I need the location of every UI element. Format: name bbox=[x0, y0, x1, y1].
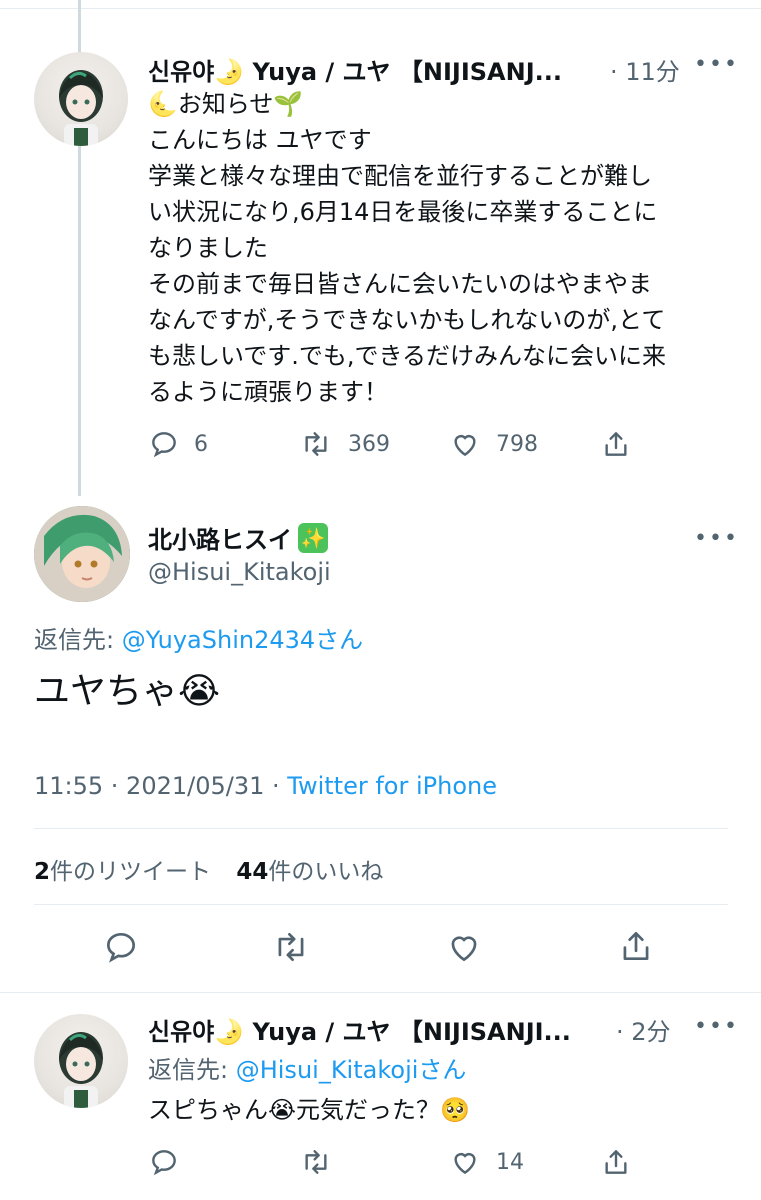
tweet3-share-button[interactable] bbox=[600, 1146, 632, 1178]
divider-2 bbox=[34, 904, 728, 905]
reply-icon bbox=[152, 432, 176, 458]
retweet-icon bbox=[305, 1150, 327, 1174]
tweet3-author-name[interactable]: 신유야🌛 Yuya / ユヤ 【NIJISANJI... bbox=[148, 1012, 571, 1047]
tweet3-text: スピちゃん😭元気だった？🥺 bbox=[148, 1096, 470, 1124]
tweet3-retweet-button[interactable] bbox=[298, 1146, 334, 1178]
tweet3-like-button[interactable]: 14 bbox=[448, 1146, 524, 1178]
main-like-button[interactable] bbox=[444, 928, 484, 966]
like-icon bbox=[454, 435, 476, 457]
retweet-stat-label: 件のリツイート bbox=[50, 859, 212, 885]
tweet3-time[interactable]: · 2分 bbox=[616, 1012, 671, 1047]
main-tweet-text: ユヤちゃ😭 bbox=[34, 671, 221, 712]
like-icon bbox=[454, 1153, 476, 1175]
tweet3-reply-suffix: さん bbox=[418, 1056, 467, 1084]
tweet1-time[interactable]: · 11分 bbox=[610, 52, 680, 87]
reply-prefix: 返信先: bbox=[34, 626, 122, 654]
main-timestamp-row: 11:55 · 2021/05/31 · Twitter for iPhone bbox=[34, 772, 497, 800]
main-timestamp[interactable]: 11:55 · 2021/05/31 · bbox=[34, 772, 287, 800]
main-author-handle[interactable]: @Hisui_Kitakoji bbox=[148, 558, 331, 586]
tweet1-author-name[interactable]: 신유야🌛 Yuya / ユヤ 【NIJISANJ... bbox=[148, 52, 562, 87]
retweet-icon bbox=[278, 932, 304, 962]
tweet1-reply-button[interactable]: 6 bbox=[148, 428, 208, 460]
tweet3-reply-context: 返信先: @Hisui_Kitakojiさん bbox=[148, 1050, 466, 1085]
sparkle-icon: ✨ bbox=[298, 522, 328, 553]
main-share-button[interactable] bbox=[617, 926, 655, 966]
tweet1-more-icon[interactable]: ••• bbox=[694, 52, 739, 77]
main-source-link[interactable]: Twitter for iPhone bbox=[287, 772, 497, 800]
retweet-icon bbox=[305, 432, 327, 456]
tweet3-more-icon[interactable]: ••• bbox=[694, 1014, 739, 1039]
avatar-yuya-reply[interactable] bbox=[34, 1014, 128, 1108]
like-stat-label: 件のいいね bbox=[268, 859, 384, 885]
tweet3-reply-prefix: 返信先: bbox=[148, 1056, 236, 1084]
reply-suffix: さん bbox=[315, 626, 364, 654]
tweet1-retweet-count: 369 bbox=[348, 431, 390, 457]
reply-icon bbox=[152, 1150, 176, 1176]
tweet1-like-button[interactable]: 798 bbox=[448, 428, 538, 460]
tweet1-announce-line: 🌜お知らせ🌱 bbox=[148, 90, 304, 118]
tweet1-reply-count: 6 bbox=[194, 431, 208, 457]
divider-3 bbox=[0, 992, 761, 993]
tweet1-like-count: 798 bbox=[496, 431, 538, 457]
engagement-stats: 2件のリツイート 44件のいいね bbox=[34, 852, 383, 886]
main-retweet-button[interactable] bbox=[270, 928, 312, 966]
tweet3-reply-button[interactable] bbox=[148, 1146, 180, 1178]
share-icon bbox=[605, 1150, 627, 1174]
main-author-name-text: 北小路ヒスイ bbox=[148, 526, 292, 554]
reply-to-link[interactable]: @YuyaShin2434 bbox=[122, 626, 315, 654]
retweet-stat-count: 2 bbox=[34, 859, 51, 885]
main-reply-button[interactable] bbox=[102, 928, 140, 966]
like-stat[interactable]: 44件のいいね bbox=[236, 859, 383, 885]
retweet-stat[interactable]: 2件のリツイート bbox=[34, 859, 211, 885]
share-icon bbox=[623, 931, 649, 961]
avatar-hisui[interactable] bbox=[34, 506, 130, 602]
top-divider bbox=[0, 8, 761, 9]
like-icon bbox=[451, 936, 477, 962]
main-author-name[interactable]: 北小路ヒスイ ✨ bbox=[148, 520, 328, 555]
tweet1-retweet-button[interactable]: 369 bbox=[298, 428, 390, 460]
tweet1-share-button[interactable] bbox=[600, 428, 632, 460]
like-stat-count: 44 bbox=[236, 859, 269, 885]
tweet3-like-count: 14 bbox=[496, 1149, 524, 1175]
avatar-yuya[interactable] bbox=[34, 52, 128, 146]
main-reply-context: 返信先: @YuyaShin2434さん bbox=[34, 620, 363, 655]
tweet3-reply-to-link[interactable]: @Hisui_Kitakoji bbox=[236, 1056, 419, 1084]
main-more-icon[interactable]: ••• bbox=[694, 526, 739, 551]
reply-icon bbox=[106, 932, 136, 963]
tweet1-text: こんにちは ユヤです 学業と様々な理由で配信を並行することが難し い状況になり,… bbox=[148, 126, 667, 406]
share-icon bbox=[605, 432, 627, 456]
divider-1 bbox=[34, 828, 728, 829]
